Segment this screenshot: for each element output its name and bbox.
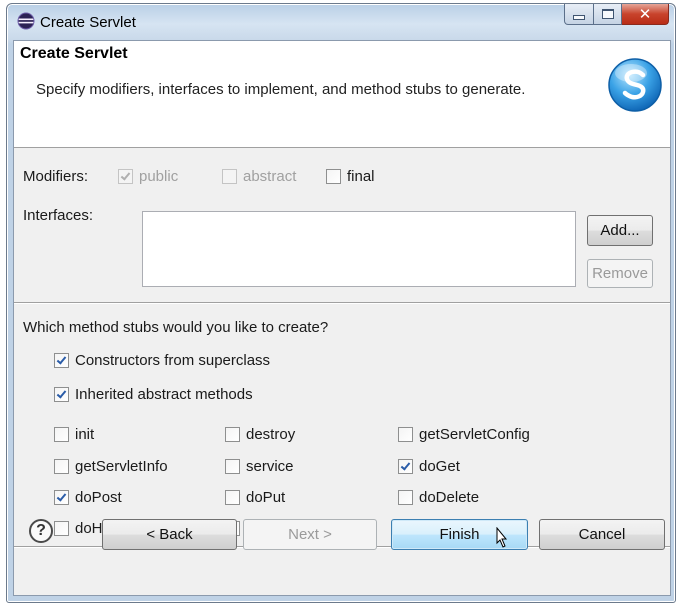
maximize-button[interactable] [594,4,622,25]
getservletinfo-label: getServletInfo [75,458,168,475]
constructors-checkbox[interactable]: Constructors from superclass [54,352,270,369]
back-button[interactable]: < Back [102,519,237,550]
public-label: public [139,168,179,185]
modifiers-label: Modifiers: [23,168,89,185]
mouse-cursor-icon [496,527,508,548]
service-label: service [246,458,294,475]
window-controls: ✕ [564,4,669,26]
abstract-label: abstract [243,168,297,185]
dopost-label: doPost [75,489,122,506]
dodelete-label: doDelete [419,489,480,506]
constructors-label: Constructors from superclass [75,352,271,369]
init-label: init [75,426,95,443]
checkbox-box [398,459,413,474]
abstract-checkbox[interactable]: abstract [222,168,296,185]
banner-description: Specify modifiers, interfaces to impleme… [36,81,526,98]
banner-title: Create Servlet [20,45,128,62]
window-title: Create Servlet [40,14,136,31]
help-icon[interactable]: ? [29,519,53,543]
doget-label: doGet [419,458,460,475]
final-checkbox[interactable]: final [326,168,375,185]
doput-label: doPut [246,489,286,506]
inherited-abstract-checkbox[interactable]: Inherited abstract methods [54,386,253,403]
eclipse-icon [17,12,35,30]
getservletinfo-checkbox[interactable]: getServletInfo [54,458,168,475]
method-stubs-question: Which method stubs would you like to cre… [23,319,329,336]
next-button[interactable]: Next > [243,519,377,550]
remove-interface-button[interactable]: Remove [587,259,653,288]
close-button[interactable]: ✕ [622,4,669,25]
dialog-content: Create Servlet Specify modifiers, interf… [13,40,671,596]
minimize-icon [573,14,585,20]
checkbox-box [225,427,240,442]
destroy-checkbox[interactable]: destroy [225,426,295,443]
cancel-button[interactable]: Cancel [539,519,665,550]
dialog-banner: Create Servlet Specify modifiers, interf… [14,41,670,148]
doput-checkbox[interactable]: doPut [225,489,285,506]
dodelete-checkbox[interactable]: doDelete [398,489,479,506]
getservletconfig-label: getServletConfig [419,426,530,443]
init-checkbox[interactable]: init [54,426,94,443]
interfaces-list[interactable] [142,211,576,287]
close-icon: ✕ [638,5,652,23]
add-interface-button[interactable]: Add... [587,215,653,246]
checkbox-box [326,169,341,184]
checkbox-box [54,459,69,474]
checkbox-box [222,169,237,184]
checkbox-box [398,427,413,442]
destroy-label: destroy [246,426,296,443]
checkbox-box [118,169,133,184]
title-bar[interactable]: Create Servlet ✕ [7,4,675,40]
interfaces-label: Interfaces: [23,207,94,224]
service-checkbox[interactable]: service [225,458,294,475]
maximize-icon [601,9,614,19]
servlet-wizard-icon [608,58,662,112]
inherited-abstract-label: Inherited abstract methods [75,386,253,403]
final-label: final [347,168,375,185]
checkbox-box [225,459,240,474]
separator [14,302,670,304]
checkbox-box [398,490,413,505]
create-servlet-window: Create Servlet ✕ Create Servlet Specify … [6,3,676,603]
public-checkbox[interactable]: public [118,168,178,185]
checkbox-box [54,521,69,536]
checkbox-box [54,490,69,505]
checkbox-box [225,490,240,505]
checkbox-box [54,387,69,402]
dopost-checkbox[interactable]: doPost [54,489,122,506]
checkbox-box [54,353,69,368]
doget-checkbox[interactable]: doGet [398,458,460,475]
minimize-button[interactable] [564,4,594,25]
getservletconfig-checkbox[interactable]: getServletConfig [398,426,530,443]
checkbox-box [54,427,69,442]
